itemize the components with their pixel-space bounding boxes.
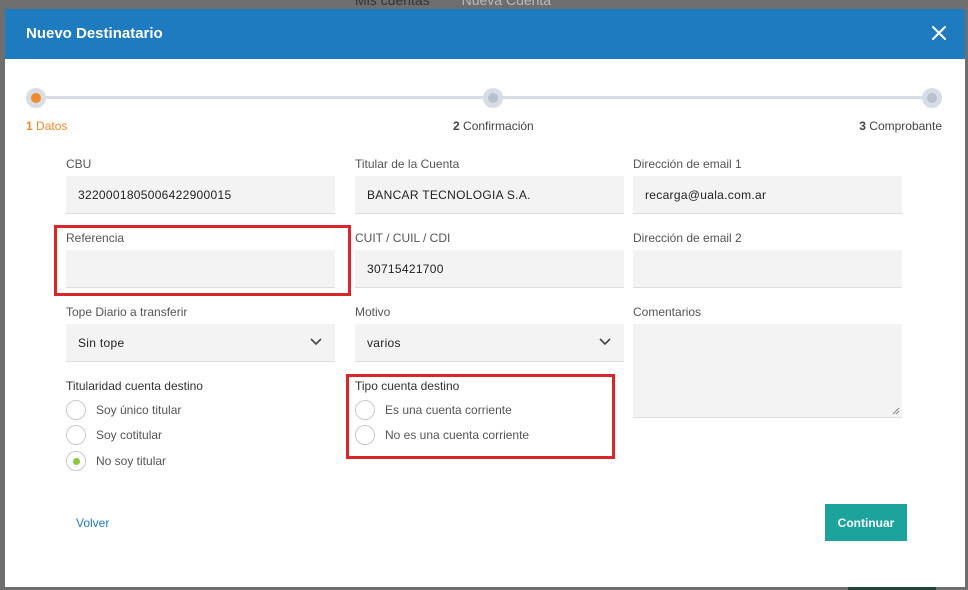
tipo-cuenta-group: Tipo cuenta destino Es una cuenta corrie… [355, 379, 529, 448]
comentarios-field: Comentarios [633, 305, 902, 418]
stepper: 1 Datos 2 Confirmación 3 Comprobante [5, 69, 965, 149]
tipo-cuenta-title: Tipo cuenta destino [355, 379, 460, 393]
email1-field: Dirección de email 1 recarga@uala.com.ar [633, 157, 902, 214]
referencia-label: Referencia [66, 231, 125, 245]
motivo-select[interactable]: varios [355, 324, 624, 362]
radio-unchecked-icon[interactable] [355, 399, 375, 420]
radio-unico-titular[interactable]: Soy único titular [66, 397, 203, 423]
tope-select[interactable]: Sin tope [66, 324, 335, 362]
cuit-label: CUIT / CUIL / CDI [355, 231, 451, 245]
radio-unchecked-icon[interactable] [66, 399, 86, 420]
chevron-down-icon [598, 336, 612, 350]
radio-unchecked-icon[interactable] [355, 425, 375, 446]
dialog-header: Nuevo Destinatario [5, 9, 965, 59]
radio-checked-icon[interactable] [66, 450, 86, 471]
step-2-dot [483, 88, 503, 108]
chevron-down-icon [309, 336, 323, 350]
email2-input[interactable] [633, 250, 902, 288]
titular-field: Titular de la Cuenta BANCAR TECNOLOGIA S… [355, 157, 624, 214]
close-button[interactable] [929, 23, 949, 43]
motivo-label: Motivo [355, 305, 391, 319]
titular-label: Titular de la Cuenta [355, 157, 460, 171]
radio-no-titular[interactable]: No soy titular [66, 448, 203, 474]
continue-button[interactable]: Continuar [825, 504, 907, 541]
dialog-title: Nuevo Destinatario [26, 25, 163, 42]
step-2-label: 2 Confirmación [453, 119, 534, 133]
comentarios-textarea[interactable] [633, 324, 902, 418]
step-1-dot [26, 88, 46, 108]
background-tab-active: Mis cuentas [355, 0, 430, 8]
titularidad-group: Titularidad cuenta destino Soy único tit… [66, 379, 203, 474]
tope-label: Tope Diario a transferir [66, 305, 188, 319]
cuit-field: CUIT / CUIL / CDI 30715421700 [355, 231, 624, 288]
titular-input[interactable]: BANCAR TECNOLOGIA S.A. [355, 176, 624, 214]
background-tab-other: Nueva Cuenta [461, 0, 552, 8]
comentarios-label: Comentarios [633, 305, 702, 319]
cbu-label: CBU [66, 157, 92, 171]
radio-cotitular[interactable]: Soy cotitular [66, 423, 203, 449]
email2-field: Dirección de email 2 [633, 231, 902, 288]
step-1-label: 1 Datos [26, 119, 68, 133]
step-3-label: 3 Comprobante [859, 119, 942, 133]
email1-label: Dirección de email 1 [633, 157, 742, 171]
email2-label: Dirección de email 2 [633, 231, 742, 245]
titularidad-title: Titularidad cuenta destino [66, 379, 203, 393]
radio-no-cuenta-corriente[interactable]: No es una cuenta corriente [355, 423, 529, 449]
email1-input[interactable]: recarga@uala.com.ar [633, 176, 902, 214]
new-recipient-dialog: Nuevo Destinatario 1 Datos 2 Confirmació… [5, 9, 965, 587]
back-link[interactable]: Volver [76, 516, 109, 530]
background-tabs: Mis cuentas Nueva Cuenta [355, 0, 551, 8]
tope-field: Tope Diario a transferir Sin tope [66, 305, 335, 362]
cuit-input[interactable]: 30715421700 [355, 250, 624, 288]
radio-cuenta-corriente[interactable]: Es una cuenta corriente [355, 397, 529, 423]
close-icon [932, 26, 946, 40]
cbu-field: CBU 3220001805006422900015 [66, 157, 335, 214]
radio-unchecked-icon[interactable] [66, 425, 86, 446]
referencia-field: Referencia [66, 231, 335, 288]
step-3-dot [922, 88, 942, 108]
motivo-field: Motivo varios [355, 305, 624, 362]
cbu-input[interactable]: 3220001805006422900015 [66, 176, 335, 214]
referencia-input[interactable] [66, 250, 335, 288]
resize-grip-icon[interactable] [892, 407, 900, 415]
